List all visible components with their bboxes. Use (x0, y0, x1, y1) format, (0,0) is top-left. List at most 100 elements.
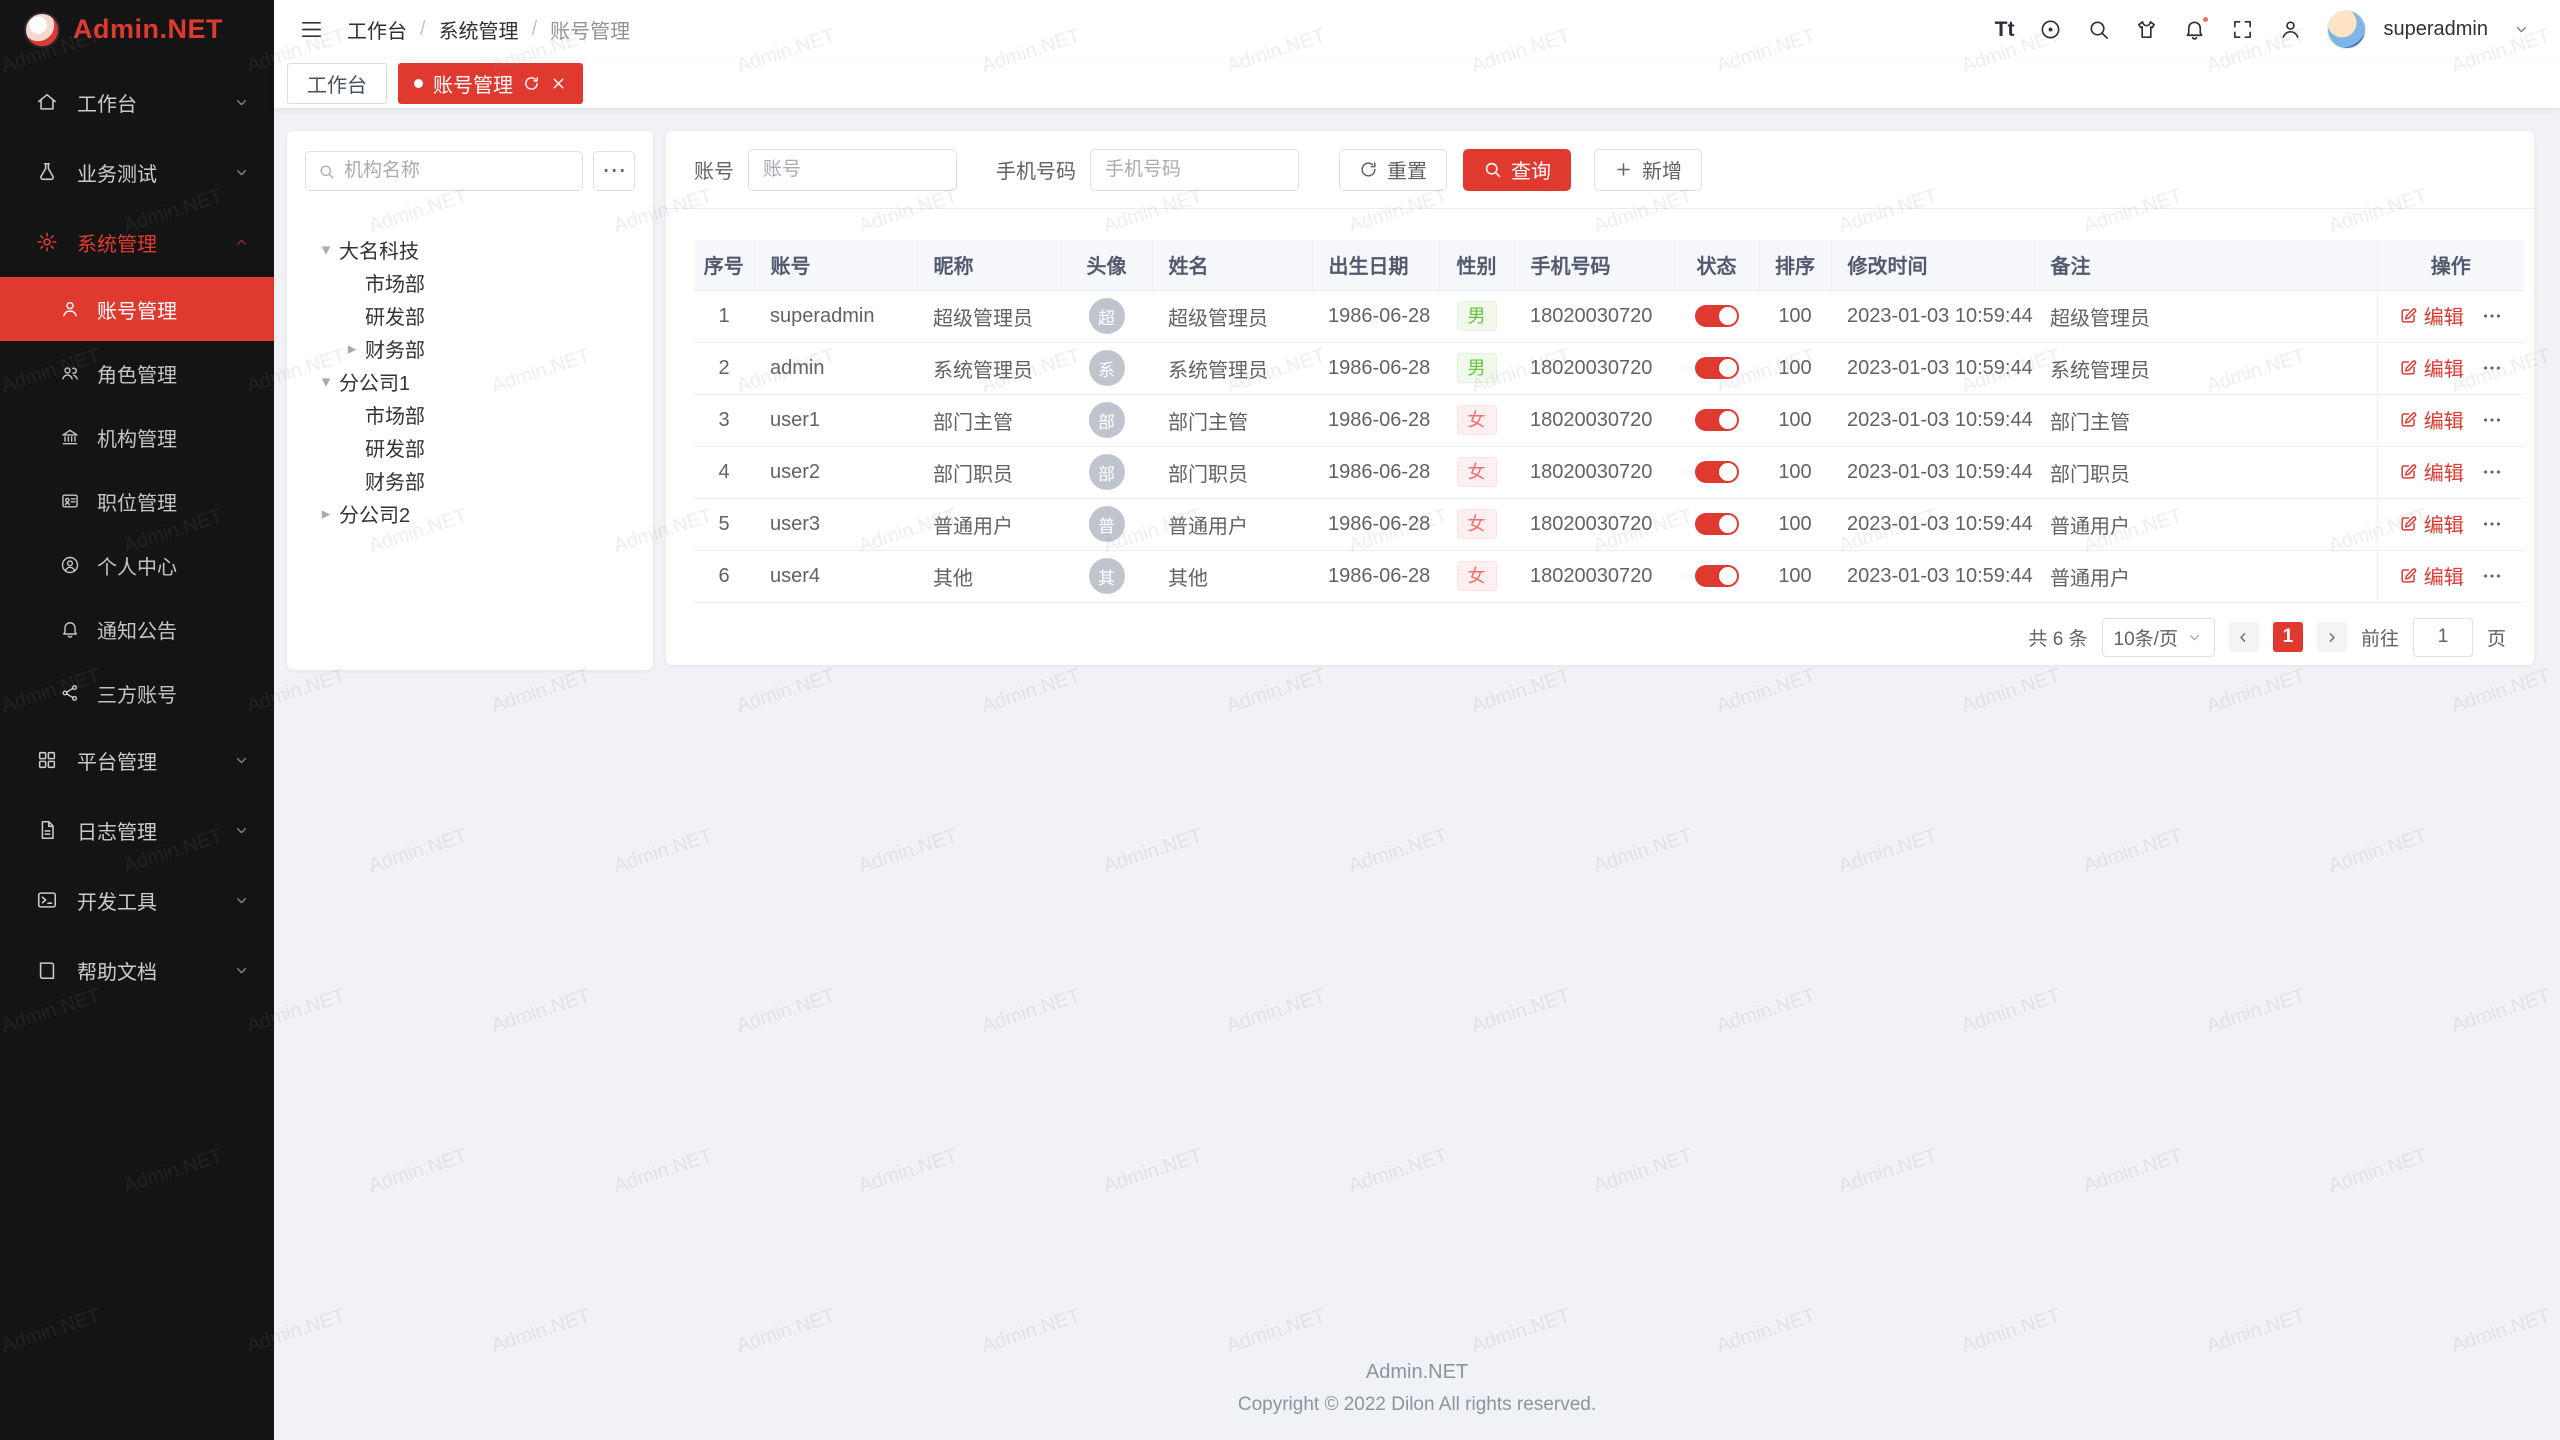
tree-node[interactable]: 市场部 (339, 266, 635, 299)
breadcrumb-item[interactable]: 系统管理 (439, 15, 519, 44)
reset-button[interactable]: 重置 (1339, 149, 1447, 191)
more-actions-button[interactable] (2481, 565, 2503, 587)
sidebar-item-dev-tools[interactable]: 开发工具 (0, 865, 274, 935)
edit-button[interactable]: 编辑 (2399, 457, 2464, 486)
tree-node[interactable]: ▾分公司1 (313, 365, 635, 398)
org-more-button[interactable]: ⋯ (593, 151, 635, 191)
status-toggle[interactable] (1695, 565, 1739, 587)
tab-account-management[interactable]: 账号管理 (398, 63, 583, 104)
font-size-icon[interactable]: Tt (1995, 18, 2015, 42)
tree-node[interactable]: 研发部 (339, 299, 635, 332)
sidebar-item-log-management[interactable]: 日志管理 (0, 795, 274, 865)
phone-filter-input[interactable] (1090, 149, 1299, 191)
tree-node[interactable]: ▾大名科技 (313, 233, 635, 266)
cell-modified-time: 2023-01-03 10:59:44 (1831, 394, 2034, 446)
tab-workbench[interactable]: 工作台 (287, 63, 387, 104)
search-button[interactable]: 查询 (1463, 149, 1571, 191)
column-header[interactable]: 手机号码 (1514, 240, 1674, 290)
refresh-icon[interactable] (523, 75, 540, 92)
caret-down-icon[interactable]: ▾ (313, 372, 339, 392)
tree-node[interactable]: ▸分公司2 (313, 497, 635, 530)
more-actions-button[interactable] (2481, 409, 2503, 431)
sidebar-item-personal-center[interactable]: 个人中心 (0, 533, 274, 597)
status-toggle[interactable] (1695, 305, 1739, 327)
column-header[interactable]: 账号 (754, 240, 917, 290)
close-icon[interactable] (550, 75, 567, 92)
column-header[interactable]: 出生日期 (1312, 240, 1439, 290)
org-search-input[interactable] (344, 160, 570, 182)
more-actions-button[interactable] (2481, 461, 2503, 483)
page-size-select[interactable]: 10条/页 (2102, 618, 2215, 657)
sidebar-item-notice[interactable]: 通知公告 (0, 597, 274, 661)
column-header[interactable]: 昵称 (917, 240, 1061, 290)
caret-down-icon[interactable]: ▾ (313, 240, 339, 260)
status-toggle[interactable] (1695, 357, 1739, 379)
tree-node-label: 大名科技 (339, 235, 419, 264)
sidebar-item-help-docs[interactable]: 帮助文档 (0, 935, 274, 1005)
chevron-down-icon (233, 164, 250, 181)
more-actions-button[interactable] (2481, 513, 2503, 535)
add-button[interactable]: 新增 (1594, 149, 1702, 191)
language-icon[interactable] (2039, 18, 2062, 41)
caret-right-icon[interactable]: ▸ (339, 339, 365, 359)
tree-node[interactable]: ▸财务部 (339, 332, 635, 365)
column-header[interactable]: 序号 (694, 240, 754, 290)
sidebar-item-position-management[interactable]: 职位管理 (0, 469, 274, 533)
edit-button[interactable]: 编辑 (2399, 405, 2464, 434)
more-actions-button[interactable] (2481, 305, 2503, 327)
notification-bell-icon[interactable] (2183, 18, 2206, 41)
avatar[interactable] (2327, 10, 2366, 49)
column-header[interactable]: 排序 (1759, 240, 1831, 290)
account-filter-input[interactable] (748, 149, 957, 191)
cell-index: 5 (694, 498, 754, 550)
column-header[interactable]: 姓名 (1152, 240, 1312, 290)
cell-index: 1 (694, 290, 754, 342)
hamburger-menu-icon[interactable] (300, 18, 323, 41)
user-icon[interactable] (2279, 18, 2302, 41)
column-header[interactable]: 操作 (2377, 240, 2524, 290)
sidebar-item-role-management[interactable]: 角色管理 (0, 341, 274, 405)
breadcrumb-item[interactable]: 工作台 (347, 15, 407, 44)
page-number-button[interactable]: 1 (2273, 622, 2303, 652)
column-header[interactable]: 修改时间 (1831, 240, 2034, 290)
chevron-down-icon[interactable] (2513, 21, 2530, 38)
sidebar-item-system-management[interactable]: 系统管理 (0, 207, 274, 277)
edit-button[interactable]: 编辑 (2399, 301, 2464, 330)
sidebar-item-platform-management[interactable]: 平台管理 (0, 725, 274, 795)
sidebar-item-third-party-account[interactable]: 三方账号 (0, 661, 274, 725)
theme-icon[interactable] (2135, 18, 2158, 41)
breadcrumb-item-current: 账号管理 (550, 15, 630, 44)
filter-bar: 账号 手机号码 重置 查询 (666, 131, 2534, 209)
edit-button[interactable]: 编辑 (2399, 561, 2464, 590)
sidebar-item-account-management[interactable]: 账号管理 (0, 277, 274, 341)
search-icon[interactable] (2087, 18, 2110, 41)
status-toggle[interactable] (1695, 513, 1739, 535)
status-toggle[interactable] (1695, 409, 1739, 431)
sidebar-item-business-test[interactable]: 业务测试 (0, 137, 274, 207)
chevron-down-icon (233, 822, 250, 839)
next-page-button[interactable] (2317, 622, 2347, 652)
cell-name: 部门职员 (1152, 446, 1312, 498)
caret-right-icon[interactable]: ▸ (313, 504, 339, 524)
breadcrumb-separator: / (532, 18, 538, 41)
more-actions-button[interactable] (2481, 357, 2503, 379)
sidebar-item-workbench[interactable]: 工作台 (0, 67, 274, 137)
terminal-icon (36, 889, 58, 911)
username[interactable]: superadmin (2383, 18, 2488, 41)
column-header[interactable]: 头像 (1061, 240, 1152, 290)
edit-button[interactable]: 编辑 (2399, 509, 2464, 538)
column-header[interactable]: 性别 (1439, 240, 1514, 290)
column-header[interactable]: 状态 (1674, 240, 1759, 290)
edit-button[interactable]: 编辑 (2399, 353, 2464, 382)
tree-node[interactable]: 财务部 (339, 464, 635, 497)
status-toggle[interactable] (1695, 461, 1739, 483)
tree-node[interactable]: 市场部 (339, 398, 635, 431)
sidebar-item-org-management[interactable]: 机构管理 (0, 405, 274, 469)
cell-actions: 编辑 (2377, 394, 2524, 446)
table-row: 2 admin 系统管理员 系 系统管理员 1986-06-28 男 18020… (694, 342, 2524, 394)
tree-node[interactable]: 研发部 (339, 431, 635, 464)
column-header[interactable]: 备注 (2034, 240, 2377, 290)
prev-page-button[interactable] (2229, 622, 2259, 652)
goto-page-input[interactable] (2413, 618, 2473, 657)
fullscreen-icon[interactable] (2231, 18, 2254, 41)
